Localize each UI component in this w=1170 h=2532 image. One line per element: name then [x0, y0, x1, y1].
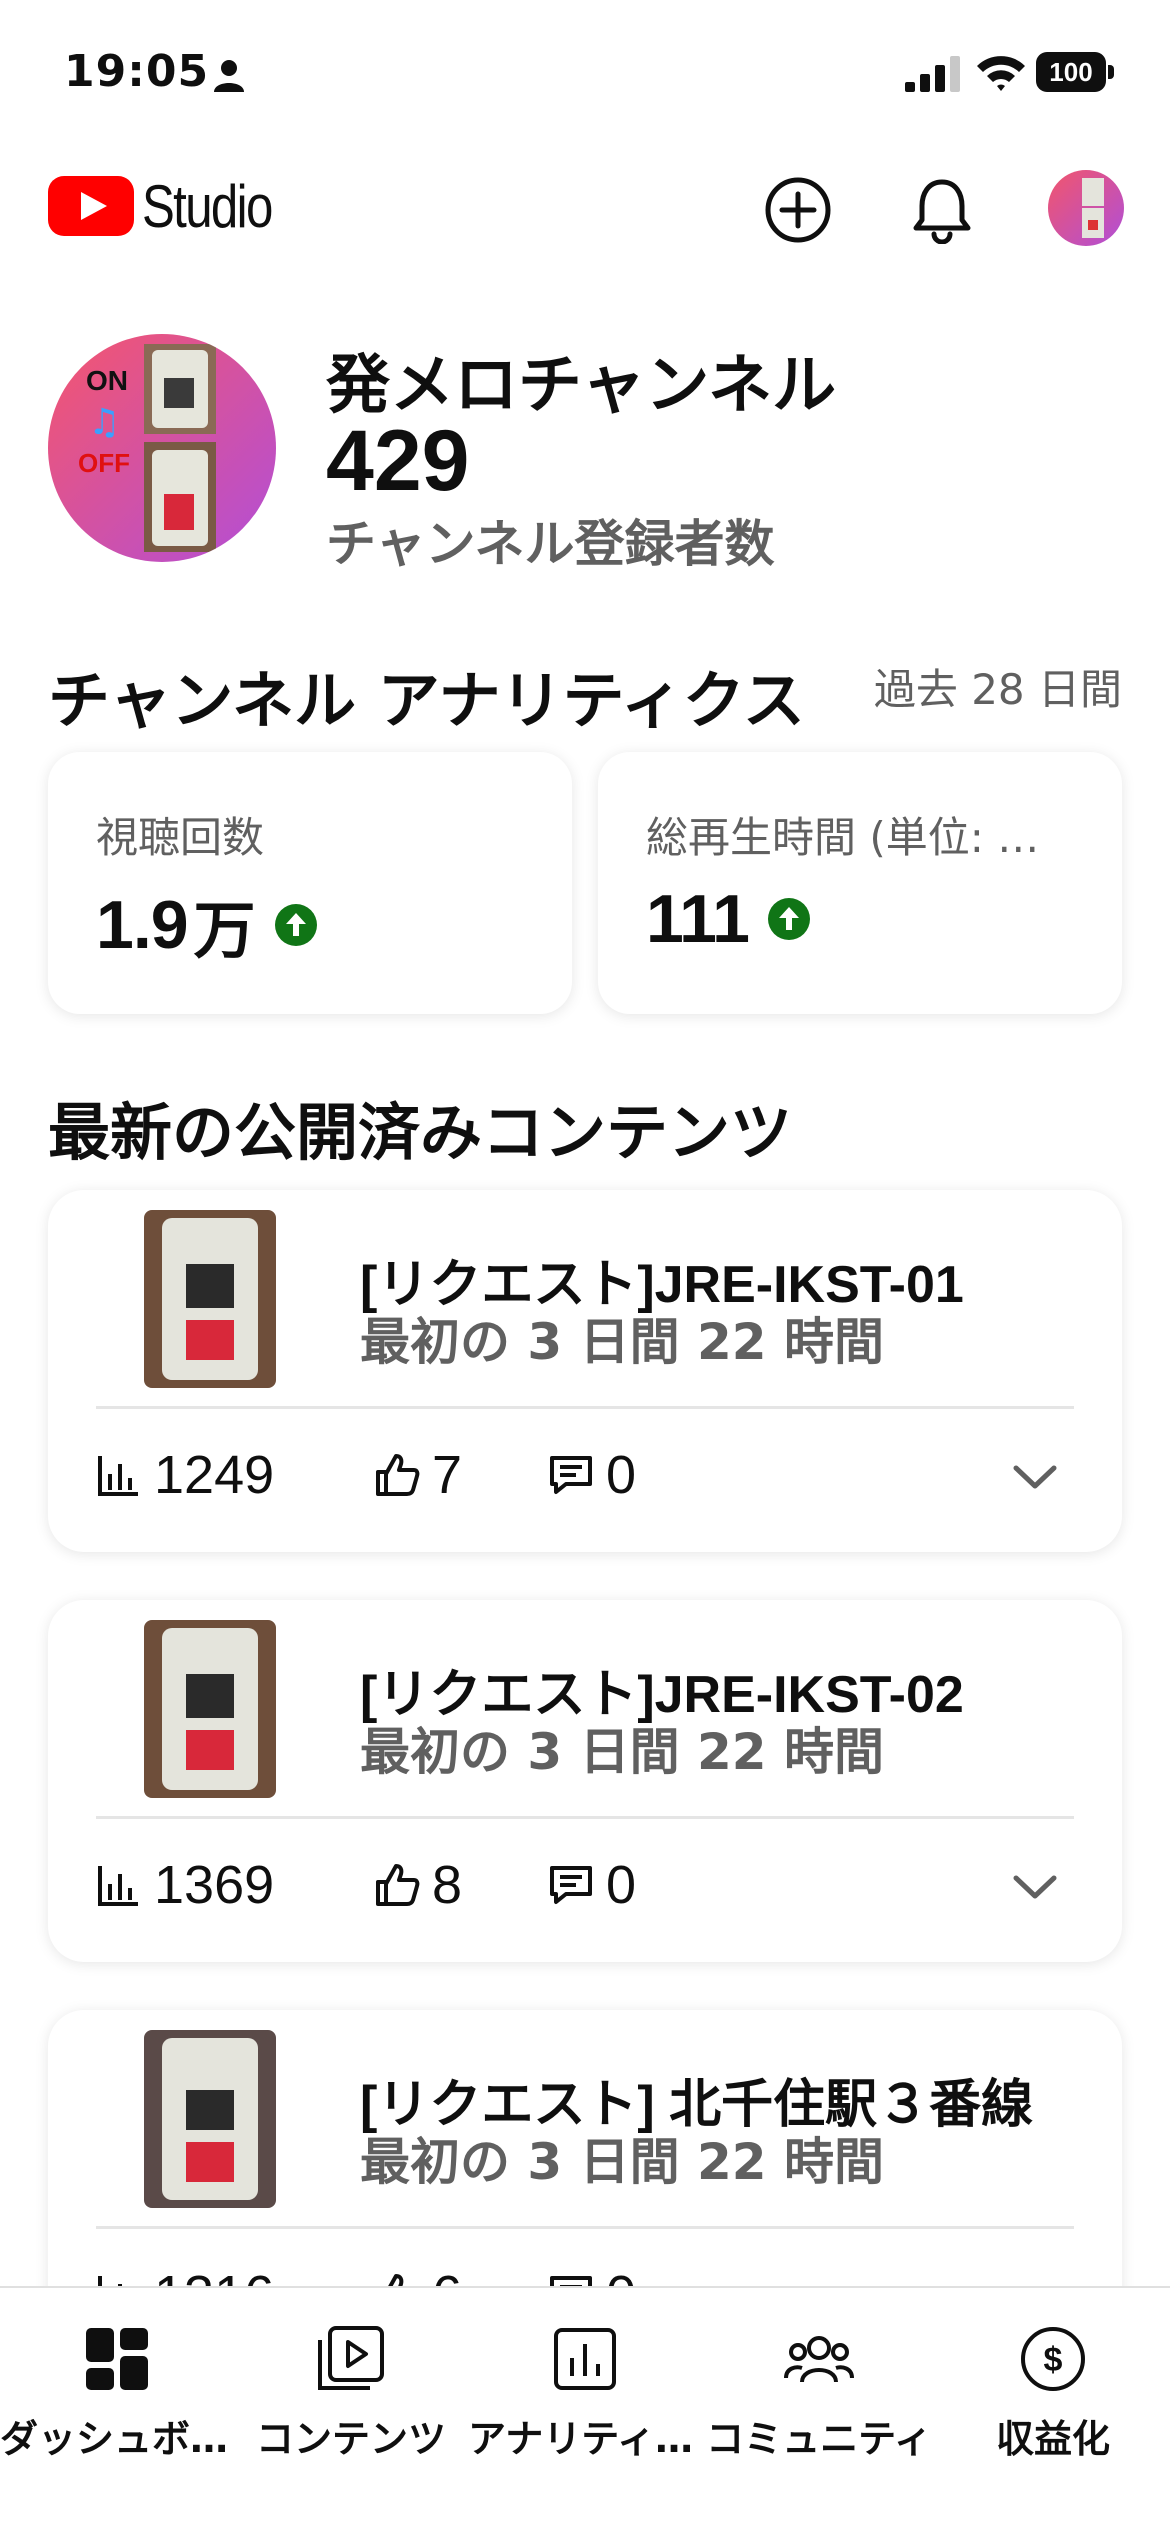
comments-stat: 0	[548, 1854, 636, 1916]
battery-icon: 100	[1036, 52, 1114, 92]
nav-label: コミュニティ	[706, 2417, 932, 2461]
bar-chart-icon	[98, 1456, 138, 1496]
svg-text:♫: ♫	[88, 402, 120, 443]
bottom-nav: ダッシュボード コンテンツ アナリティクス コミュニティ	[0, 2286, 1170, 2532]
video-card[interactable]: [リクエスト]JRE-IKST-01 最初の 3 日間 22 時間 1249 7…	[48, 1190, 1122, 1552]
nav-label: コンテンツ	[255, 2417, 446, 2461]
comment-icon	[550, 1866, 592, 1904]
likes-count: 7	[432, 1445, 463, 1505]
nav-label: ダッシュボード	[0, 2417, 234, 2461]
monetization-icon: $	[1021, 2327, 1085, 2391]
video-thumbnail	[144, 1620, 276, 1798]
metric-value: 1.9	[96, 887, 189, 963]
account-avatar-image	[1048, 170, 1124, 246]
thumbs-up-icon	[376, 1864, 420, 1906]
video-thumbnail	[144, 2030, 276, 2208]
subscriber-count: 429	[326, 413, 470, 509]
status-time: 19:05	[64, 46, 210, 97]
subscriber-label: チャンネル登録者数	[326, 515, 775, 573]
trend-up-icon	[274, 904, 317, 946]
nav-monetization[interactable]: $ 収益化	[936, 2288, 1170, 2532]
person-icon	[214, 60, 244, 92]
metric-label: 総再生時間 (単位: 時間)	[646, 813, 1076, 862]
likes-stat: 7	[374, 1444, 462, 1506]
nav-label: アナリティクス	[468, 2417, 702, 2461]
analytics-icon	[554, 2328, 616, 2390]
video-period: 最初の 3 日間 22 時間	[360, 1723, 884, 1781]
metric-label: 視聴回数	[96, 813, 265, 862]
nav-content[interactable]: コンテンツ	[234, 2288, 468, 2532]
video-card[interactable]: [リクエスト]JRE-IKST-02 最初の 3 日間 22 時間 1369 8…	[48, 1600, 1122, 1962]
views-stat: 1369	[96, 1854, 274, 1916]
views-stat: 1249	[96, 1444, 274, 1506]
likes-stat: 8	[374, 1854, 462, 1916]
likes-count: 8	[432, 1855, 463, 1915]
content-icon	[318, 2326, 384, 2390]
analytics-title[interactable]: チャンネル アナリティクス	[48, 650, 818, 740]
wifi-icon	[977, 56, 1025, 91]
divider	[96, 1816, 1074, 1819]
video-thumbnail	[144, 1210, 276, 1388]
plus-circle-icon	[765, 177, 831, 243]
nav-dashboard[interactable]: ダッシュボード	[0, 2288, 234, 2532]
community-icon	[784, 2336, 854, 2383]
status-bar: 19:05 100	[0, 0, 1170, 150]
views-count: 1249	[154, 1445, 275, 1505]
dashboard-icon	[86, 2328, 148, 2390]
comment-icon	[550, 1456, 592, 1494]
video-period: 最初の 3 日間 22 時間	[360, 1313, 884, 1371]
metric-unit: 万	[193, 894, 256, 967]
svg-text:OFF: OFF	[78, 448, 130, 478]
trend-up-icon	[767, 898, 810, 940]
account-avatar[interactable]	[1048, 170, 1124, 246]
nav-analytics[interactable]: アナリティクス	[468, 2288, 702, 2532]
divider	[96, 1406, 1074, 1409]
comments-count: 0	[606, 1445, 637, 1505]
bar-chart-icon	[98, 1866, 138, 1906]
studio-logo-text: Studio	[142, 173, 273, 240]
views-metric-card[interactable]: 視聴回数 1.9 万	[48, 752, 572, 1014]
views-count: 1369	[154, 1855, 275, 1915]
nav-label: 収益化	[995, 2417, 1110, 2461]
bell-icon	[913, 179, 971, 244]
cellular-signal-icon	[905, 56, 960, 92]
comments-stat: 0	[548, 1444, 636, 1506]
analytics-period: 過去 28 日間	[873, 665, 1122, 714]
notifications-button[interactable]	[906, 174, 978, 246]
app-header: Studio	[0, 150, 1170, 270]
chevron-down-icon[interactable]	[1010, 1452, 1060, 1502]
create-button[interactable]	[762, 174, 834, 246]
channel-avatar[interactable]: ON ♫ OFF	[48, 334, 276, 562]
battery-level: 100	[1036, 52, 1106, 92]
youtube-logo-icon[interactable]	[48, 176, 134, 236]
channel-avatar-image: ON ♫ OFF	[48, 334, 276, 562]
svg-text:$: $	[1044, 2341, 1063, 2379]
video-period: 最初の 3 日間 22 時間	[360, 2133, 884, 2191]
latest-content-title: 最新の公開済みコンテンツ	[48, 1096, 793, 1169]
svg-text:ON: ON	[86, 365, 128, 396]
thumbs-up-icon	[376, 1454, 420, 1496]
metric-value: 111	[646, 881, 750, 957]
watch-time-metric-card[interactable]: 総再生時間 (単位: 時間) 111	[598, 752, 1122, 1014]
nav-community[interactable]: コミュニティ	[702, 2288, 936, 2532]
comments-count: 0	[606, 1855, 637, 1915]
chevron-down-icon[interactable]	[1010, 1862, 1060, 1912]
divider	[96, 2226, 1074, 2229]
